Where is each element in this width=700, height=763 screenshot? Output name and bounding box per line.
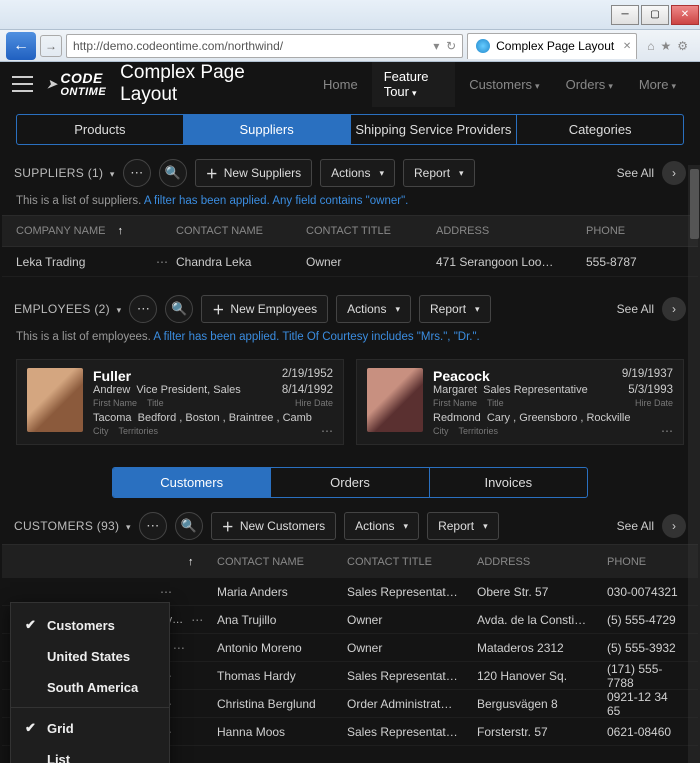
customers-actions-button[interactable]: Actions▾ <box>344 512 419 540</box>
tab-customers[interactable]: Customers <box>113 468 271 497</box>
customers-report-button[interactable]: Report▾ <box>427 512 499 540</box>
page-title: Complex Page Layout <box>120 62 297 106</box>
sort-asc-icon: ↑ <box>117 225 123 237</box>
primary-tabs: Products Suppliers Shipping Service Prov… <box>16 114 684 145</box>
tab-invoices[interactable]: Invoices <box>430 468 587 497</box>
suppliers-title[interactable]: SUPPLIERS (1) ▾ <box>14 166 115 180</box>
employees-actions-button[interactable]: Actions▾ <box>336 295 411 323</box>
employees-filter-link[interactable]: A filter has been applied. Title Of Cour… <box>153 331 479 343</box>
browser-navbar: ← → http://demo.codeontime.com/northwind… <box>0 30 700 62</box>
menu-grid[interactable]: ✔Grid <box>11 712 169 744</box>
employee-cards: Fuller2/19/1952 Andrew Vice President, S… <box>2 351 698 457</box>
employees-search-icon[interactable]: 🔍 <box>165 295 193 323</box>
suppliers-toolbar: SUPPLIERS (1) ▾ ⋯ 🔍 ＋New Suppliers Actio… <box>2 155 698 191</box>
menu-united-states[interactable]: United States <box>11 641 169 672</box>
url-text: http://demo.codeontime.com/northwind/ <box>73 39 283 53</box>
suppliers-filter-link[interactable]: A filter has been applied. Any field con… <box>144 195 409 207</box>
tab-suppliers[interactable]: Suppliers <box>184 115 351 144</box>
row-more-icon[interactable]: ⋯ <box>173 641 185 655</box>
row-more-icon[interactable]: ⋯ <box>191 613 203 627</box>
home-icon[interactable]: ⌂ <box>647 39 654 53</box>
employees-more-icon[interactable]: ⋯ <box>129 295 157 323</box>
employee-card[interactable]: Fuller2/19/1952 Andrew Vice President, S… <box>16 359 344 445</box>
employees-report-button[interactable]: Report▾ <box>419 295 491 323</box>
app-root: ➤ CODE ONTIME Complex Page Layout Home F… <box>0 62 700 763</box>
new-customers-button[interactable]: ＋New Customers <box>211 512 336 540</box>
suppliers-next-icon[interactable]: › <box>662 161 686 185</box>
employees-title[interactable]: EMPLOYEES (2) ▾ <box>14 302 121 316</box>
suppliers-search-icon[interactable]: 🔍 <box>159 159 187 187</box>
employee-card[interactable]: Peacock9/19/1937 Margaret Sales Represen… <box>356 359 684 445</box>
employees-next-icon[interactable]: › <box>662 297 686 321</box>
nav-more[interactable]: More▾ <box>627 69 688 100</box>
suppliers-more-icon[interactable]: ⋯ <box>123 159 151 187</box>
employees-toolbar: EMPLOYEES (2) ▾ ⋯ 🔍 ＋New Employees Actio… <box>2 291 698 327</box>
avatar <box>367 368 423 432</box>
sort-asc-icon[interactable]: ↑ <box>188 556 194 568</box>
tab-title: Complex Page Layout <box>496 39 614 53</box>
new-suppliers-button[interactable]: ＋New Suppliers <box>195 159 312 187</box>
customers-see-all[interactable]: See All <box>617 519 654 533</box>
card-more-icon[interactable]: ⋯ <box>661 424 673 438</box>
suppliers-report-button[interactable]: Report▾ <box>403 159 475 187</box>
customers-toolbar: CUSTOMERS (93) ▾ ⋯ 🔍 ＋New Customers Acti… <box>2 508 698 544</box>
customers-view-menu: ✔Customers United States South America ✔… <box>10 602 170 763</box>
menu-customers[interactable]: ✔Customers <box>11 609 169 641</box>
window-titlebar: ─ ▢ ✕ <box>0 0 700 30</box>
tab-orders[interactable]: Orders <box>271 468 429 497</box>
card-more-icon[interactable]: ⋯ <box>321 424 333 438</box>
suppliers-actions-button[interactable]: Actions▾ <box>320 159 395 187</box>
logo: ➤ CODE ONTIME <box>47 70 106 98</box>
nav-home[interactable]: Home <box>311 69 370 100</box>
customers-next-icon[interactable]: › <box>662 514 686 538</box>
row-more-icon[interactable]: ⋯ <box>160 585 172 599</box>
tools-icon[interactable]: ⚙ <box>677 39 688 53</box>
menu-list[interactable]: List <box>11 744 169 763</box>
app-header: ➤ CODE ONTIME Complex Page Layout Home F… <box>2 62 698 106</box>
employees-see-all[interactable]: See All <box>617 302 654 316</box>
customers-more-icon[interactable]: ⋯ <box>139 512 167 540</box>
nav-customers[interactable]: Customers▾ <box>457 69 551 100</box>
suppliers-filter-note: This is a list of suppliers. A filter ha… <box>2 191 698 215</box>
ie-icon <box>476 39 490 53</box>
close-button[interactable]: ✕ <box>671 5 699 25</box>
table-row[interactable]: Leka Trading⋯ Chandra Leka Owner 471 Ser… <box>2 247 698 277</box>
nav-back-button[interactable]: ← <box>6 32 36 60</box>
customers-table-header: ↑ CONTACT NAME CONTACT TITLE ADDRESS PHO… <box>2 544 698 578</box>
hamburger-menu[interactable] <box>12 76 33 92</box>
maximize-button[interactable]: ▢ <box>641 5 669 25</box>
address-bar[interactable]: http://demo.codeontime.com/northwind/ ▾ … <box>66 34 463 58</box>
menu-south-america[interactable]: South America <box>11 672 169 703</box>
minimize-button[interactable]: ─ <box>611 5 639 25</box>
suppliers-see-all[interactable]: See All <box>617 166 654 180</box>
avatar <box>27 368 83 432</box>
new-employees-button[interactable]: ＋New Employees <box>201 295 328 323</box>
scrollbar[interactable] <box>688 165 700 763</box>
nav-forward-button[interactable]: → <box>40 35 62 57</box>
nav-orders[interactable]: Orders▾ <box>554 69 625 100</box>
tab-shipping[interactable]: Shipping Service Providers <box>351 115 518 144</box>
browser-tab[interactable]: Complex Page Layout ✕ <box>467 33 637 59</box>
customers-search-icon[interactable]: 🔍 <box>175 512 203 540</box>
suppliers-table-header: COMPANY NAME↑ CONTACT NAME CONTACT TITLE… <box>2 215 698 247</box>
row-more-icon[interactable]: ⋯ <box>156 255 168 269</box>
tab-categories[interactable]: Categories <box>517 115 683 144</box>
check-icon: ✔ <box>25 720 37 736</box>
tab-products[interactable]: Products <box>17 115 184 144</box>
employees-filter-note: This is a list of employees. A filter ha… <box>2 327 698 351</box>
middle-tabs: Customers Orders Invoices <box>112 467 588 498</box>
check-icon: ✔ <box>25 617 37 633</box>
customers-title[interactable]: CUSTOMERS (93) ▾ <box>14 519 131 533</box>
tab-close-icon[interactable]: ✕ <box>623 41 631 52</box>
nav-feature-tour[interactable]: Feature Tour▾ <box>372 62 455 107</box>
favorites-icon[interactable]: ★ <box>660 39 671 53</box>
